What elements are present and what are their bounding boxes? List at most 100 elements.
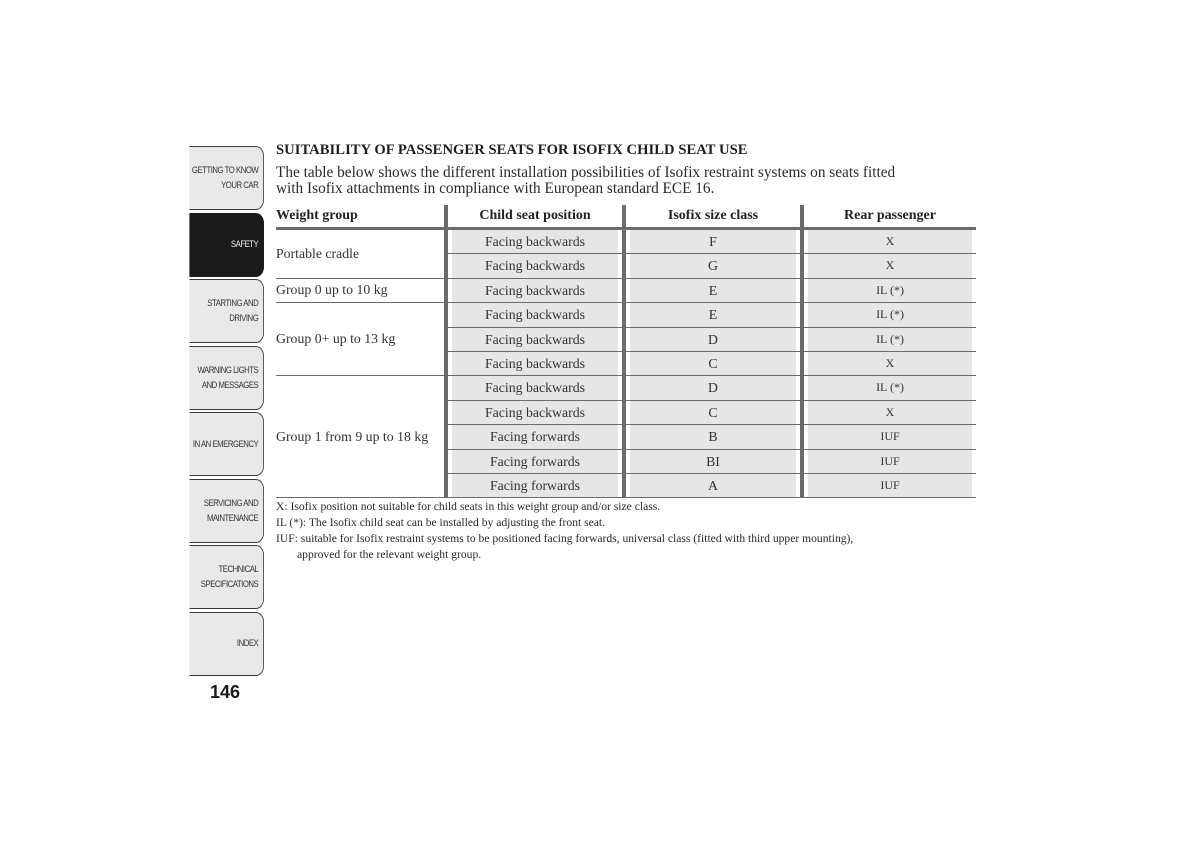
isofix-size-class-cell: D (622, 375, 802, 401)
header-isofix-size-class: Isofix size class (622, 205, 802, 230)
chapter-tab-label-line: AND MESSAGES (201, 379, 259, 391)
child-seat-position-cell: Facing forwards (444, 449, 624, 474)
chapter-tab-label-line: WARNING LIGHTS (197, 364, 259, 376)
isofix-size-class-cell-text: G (630, 254, 796, 278)
rear-passenger-cell: IUF (800, 424, 976, 450)
table-row: Portable cradle Facing backwards F X (276, 228, 976, 279)
chapter-tab-label-line: YOUR CAR (221, 180, 259, 191)
chapter-tab[interactable]: SERVICING AND MAINTENANCE (189, 478, 264, 543)
isofix-size-class-cell-text: BI (630, 449, 796, 473)
chapter-tab-label: STARTING AND DRIVING (189, 296, 258, 326)
isofix-size-class-cell-text: C (630, 351, 796, 376)
chapter-tab[interactable]: STARTING AND DRIVING (189, 279, 264, 343)
isofix-size-class-cell: G (622, 253, 802, 279)
child-seat-position-cell-text: Facing backwards (452, 254, 618, 278)
isofix-suitability-table: Weight group Child seat position Isofix … (276, 205, 976, 499)
child-seat-position-cell-text: Facing forwards (452, 473, 618, 498)
chapter-tab-label-line: MAINTENANCE (206, 512, 259, 524)
chapter-tab[interactable]: TECHNICAL SPECIFICATIONS (189, 545, 264, 609)
rear-passenger-cell: IL (*) (800, 278, 976, 304)
footnote-il: IL (*): The Isofix child seat can be ins… (276, 516, 606, 529)
chapter-tab-label-line: DRIVING (229, 313, 259, 324)
chapter-tab-label-line: INDEX (236, 638, 259, 649)
child-seat-position-cell: Facing backwards (444, 278, 624, 304)
chapter-tab-label-line: STARTING AND (207, 298, 259, 309)
isofix-size-class-cell-text: D (630, 376, 796, 400)
child-seat-position-cell: Facing backwards (444, 400, 624, 426)
rear-passenger-cell-text: IL (*) (808, 376, 972, 400)
footnotes: X: Isofix position not suitable for chil… (276, 499, 976, 563)
chapter-tabs: GETTING TO KNOW YOUR CAR SAFETY STARTING AN… (173, 146, 264, 678)
isofix-size-class-cell: BI (622, 449, 802, 474)
chapter-tab-label-line: SERVICING AND (203, 497, 259, 509)
child-seat-position-cell: Facing backwards (444, 302, 624, 328)
chapter-tab-label-line: IN AN EMERGENCY (192, 438, 259, 450)
rear-passenger-cell-text: X (808, 254, 972, 278)
rear-passenger-cell: IUF (800, 473, 976, 499)
chapter-tab[interactable]: WARNING LIGHTS AND MESSAGES (189, 345, 264, 410)
chapter-tab-label-line: TECHNICAL (218, 564, 259, 575)
rear-passenger-cell: IUF (800, 449, 976, 474)
chapter-tab-label: GETTING TO KNOW YOUR CAR (189, 163, 259, 193)
child-seat-position-cell-text: Facing backwards (452, 400, 618, 425)
isofix-size-class-cell: A (622, 473, 802, 499)
chapter-tab-label-line: GETTING TO KNOW (191, 165, 259, 176)
rear-passenger-cell: IL (*) (800, 302, 976, 328)
rear-passenger-cell-text: IL (*) (808, 278, 972, 303)
rear-passenger-cell-text: IL (*) (808, 327, 972, 351)
rear-passenger-cell: IL (*) (800, 375, 976, 401)
weight-group-cell: Group 0+ up to 13 kg (276, 302, 446, 377)
rear-passenger-cell: X (800, 351, 976, 377)
chapter-tab-label-line: SAFETY (230, 239, 259, 250)
header-rear-passenger: Rear passenger (800, 205, 976, 230)
isofix-size-class-cell-text: C (630, 400, 796, 425)
child-seat-position-cell: Facing backwards (444, 253, 624, 279)
chapter-tab[interactable]: IN AN EMERGENCY (189, 412, 264, 476)
footnote-iuf: IUF: suitable for Isofix restraint syste… (276, 532, 854, 545)
isofix-size-class-cell-text: F (630, 230, 796, 254)
rear-passenger-cell: X (800, 400, 976, 426)
header-weight-group: Weight group (276, 205, 446, 230)
chapter-tab[interactable]: GETTING TO KNOW YOUR CAR (189, 146, 264, 210)
isofix-size-class-cell-text: E (630, 303, 796, 327)
child-seat-position-cell-text: Facing backwards (452, 303, 618, 327)
isofix-size-class-cell: B (622, 424, 802, 450)
rear-passenger-cell: IL (*) (800, 327, 976, 352)
weight-group-cell: Group 1 from 9 up to 18 kg (276, 375, 446, 499)
child-seat-position-cell-text: Facing forwards (452, 425, 618, 449)
page-number: 146 (209, 682, 241, 702)
chapter-tab[interactable]: INDEX (189, 611, 264, 676)
table-row: Group 0+ up to 13 kg Facing backwards E IL … (276, 302, 976, 377)
intro-paragraph: The table below shows the different inst… (276, 165, 976, 197)
rear-passenger-cell: X (800, 253, 976, 279)
rear-passenger-cell-text: X (808, 400, 972, 425)
section-title: SUITABILITY OF PASSENGER SEATS FOR ISOFI… (276, 142, 748, 158)
chapter-tab[interactable]: SAFETY (189, 212, 264, 277)
child-seat-position-cell-text: Facing backwards (452, 278, 618, 303)
isofix-size-class-cell: C (622, 400, 802, 426)
header-child-seat-position: Child seat position (444, 205, 624, 230)
footnote-x: X: Isofix position not suitable for chil… (276, 500, 661, 513)
child-seat-position-cell: Facing backwards (444, 351, 624, 377)
child-seat-position-cell: Facing backwards (444, 375, 624, 401)
chapter-tab-label: WARNING LIGHTS AND MESSAGES (189, 363, 258, 393)
chapter-tab-label: SERVICING AND MAINTENANCE (189, 496, 259, 526)
child-seat-position-cell-text: Facing backwards (452, 376, 618, 400)
isofix-size-class-cell: E (622, 278, 802, 304)
rear-passenger-cell-text: IL (*) (808, 303, 972, 327)
isofix-size-class-cell-text: A (630, 473, 796, 498)
chapter-tab-label: IN AN EMERGENCY (189, 437, 259, 452)
chapter-tab-label: TECHNICAL SPECIFICATIONS (189, 562, 259, 592)
rear-passenger-cell-text: X (808, 230, 972, 254)
weight-group-cell: Group 0 up to 10 kg (276, 278, 446, 304)
weight-group-cell: Portable cradle (276, 228, 446, 279)
child-seat-position-cell-text: Facing forwards (452, 449, 618, 473)
child-seat-position-cell: Facing backwards (444, 228, 624, 255)
isofix-size-class-cell: C (622, 351, 802, 377)
rear-passenger-cell-text: IUF (808, 449, 972, 473)
chapter-tab-label: SAFETY (189, 237, 259, 252)
intro-line: The table below shows the different inst… (276, 164, 896, 181)
isofix-size-class-cell-text: D (630, 327, 796, 351)
child-seat-position-cell-text: Facing backwards (452, 327, 618, 351)
isofix-size-class-cell: E (622, 302, 802, 328)
